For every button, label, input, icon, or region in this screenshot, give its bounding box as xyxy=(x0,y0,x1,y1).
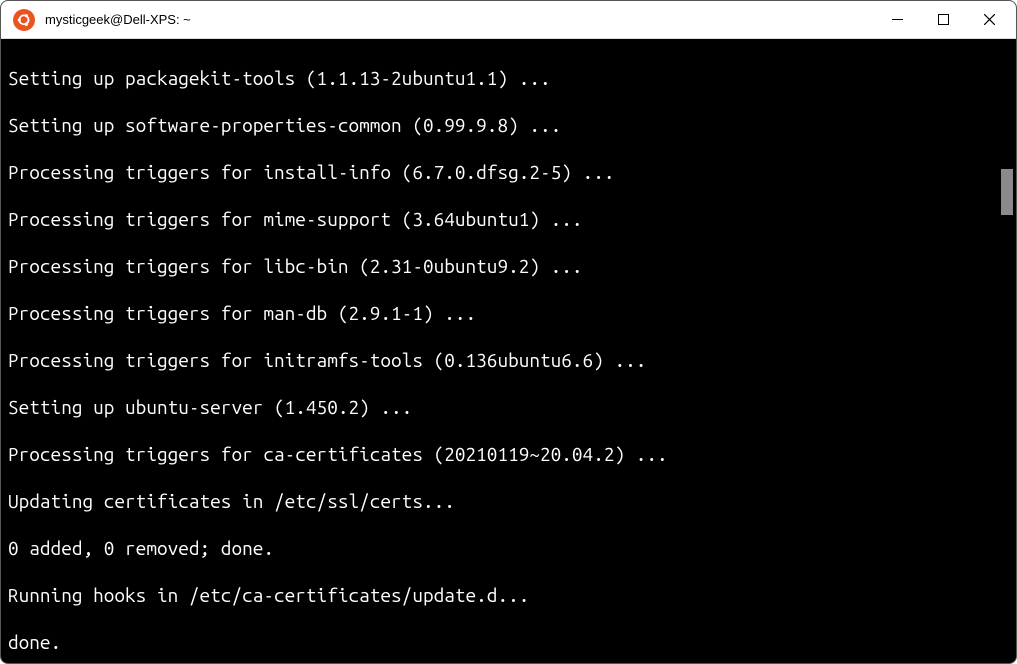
output-line: Setting up software-properties-common (0… xyxy=(8,114,1009,138)
ubuntu-icon xyxy=(13,9,35,31)
output-line: 0 added, 0 removed; done. xyxy=(8,537,1009,561)
window-controls xyxy=(874,3,1012,37)
output-line: Running hooks in /etc/ca-certificates/up… xyxy=(8,584,1009,608)
output-line: done. xyxy=(8,631,1009,655)
scrollbar-thumb[interactable] xyxy=(1001,169,1013,215)
minimize-button[interactable] xyxy=(874,3,920,37)
output-line: Setting up packagekit-tools (1.1.13-2ubu… xyxy=(8,67,1009,91)
output-line: Processing triggers for ca-certificates … xyxy=(8,443,1009,467)
close-button[interactable] xyxy=(966,3,1012,37)
output-line: Updating certificates in /etc/ssl/certs.… xyxy=(8,490,1009,514)
terminal-window: mysticgeek@Dell-XPS: ~ Setting up packag… xyxy=(0,0,1017,664)
window-title: mysticgeek@Dell-XPS: ~ xyxy=(45,12,874,27)
output-line: Processing triggers for mime-support (3.… xyxy=(8,208,1009,232)
output-line: Processing triggers for install-info (6.… xyxy=(8,161,1009,185)
terminal-area[interactable]: Setting up packagekit-tools (1.1.13-2ubu… xyxy=(2,39,1015,662)
output-line: Setting up ubuntu-server (1.450.2) ... xyxy=(8,396,1009,420)
scrollbar[interactable] xyxy=(999,39,1015,662)
output-line: Processing triggers for initramfs-tools … xyxy=(8,349,1009,373)
maximize-button[interactable] xyxy=(920,3,966,37)
titlebar[interactable]: mysticgeek@Dell-XPS: ~ xyxy=(1,1,1016,39)
output-line: Processing triggers for man-db (2.9.1-1)… xyxy=(8,302,1009,326)
output-line: Processing triggers for libc-bin (2.31-0… xyxy=(8,255,1009,279)
